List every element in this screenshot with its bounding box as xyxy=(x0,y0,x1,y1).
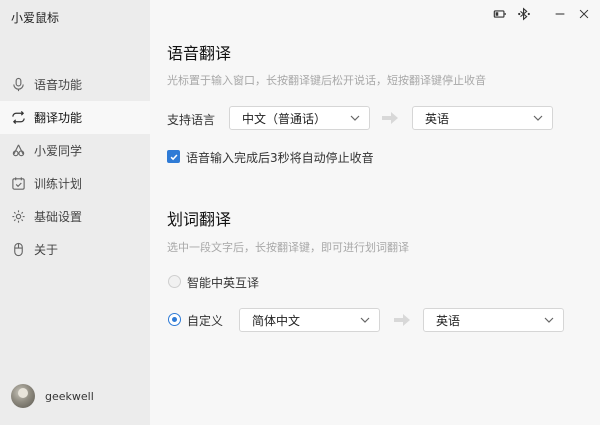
sidebar-nav: 语音功能 翻译功能 小爱同学 训练计划 基础设置 关于 xyxy=(0,68,150,266)
app-title: 小爱鼠标 xyxy=(11,11,60,25)
select-value: 简体中文 xyxy=(252,313,301,328)
select-value: 中文（普通话） xyxy=(242,111,327,126)
bluetooth-icon xyxy=(512,5,536,23)
custom-translate-label: 自定义 xyxy=(187,314,224,328)
sidebar-item-label: 关于 xyxy=(34,243,59,257)
sidebar: 小爱鼠标 语音功能 翻译功能 小爱同学 训练计划 基础设置 关于 geekwel… xyxy=(0,0,150,425)
sidebar-item-label: 语音功能 xyxy=(34,78,83,92)
chevron-down-icon xyxy=(360,317,370,323)
calendar-check-icon xyxy=(10,176,26,192)
voice-translate-title: 语音翻译 xyxy=(167,44,232,63)
chevron-down-icon xyxy=(544,317,554,323)
word-translate-title: 划词翻译 xyxy=(167,210,232,229)
translate-loop-icon xyxy=(10,110,26,126)
user-profile[interactable]: geekwell xyxy=(11,384,94,408)
sidebar-item-label: 翻译功能 xyxy=(34,111,83,125)
minimize-icon[interactable] xyxy=(548,5,572,23)
word-target-lang-select[interactable]: 英语 xyxy=(423,308,564,332)
mouse-icon xyxy=(10,242,26,258)
word-translate-desc: 选中一段文字后，长按翻译键，即可进行划词翻译 xyxy=(167,241,409,254)
select-value: 英语 xyxy=(436,313,461,328)
word-source-lang-select[interactable]: 简体中文 xyxy=(239,308,380,332)
auto-stop-checkbox[interactable] xyxy=(167,150,180,163)
arrow-right-icon xyxy=(394,314,410,326)
support-lang-label: 支持语言 xyxy=(167,113,216,127)
arrow-right-icon xyxy=(382,112,398,124)
sidebar-item-xiaoai[interactable]: 小爱同学 xyxy=(0,134,150,167)
avatar xyxy=(11,384,35,408)
select-value: 英语 xyxy=(425,111,450,126)
sidebar-item-label: 训练计划 xyxy=(34,177,83,191)
microphone-icon xyxy=(10,77,26,93)
smart-translate-radio[interactable] xyxy=(168,275,181,288)
smart-translate-label: 智能中英互译 xyxy=(187,276,260,290)
user-name: geekwell xyxy=(45,389,94,403)
sidebar-item-label: 小爱同学 xyxy=(34,144,83,158)
window-controls xyxy=(488,5,596,23)
custom-translate-radio[interactable] xyxy=(168,313,181,326)
sidebar-item-translate[interactable]: 翻译功能 xyxy=(0,101,150,134)
battery-icon xyxy=(488,5,512,23)
voice-translate-desc: 光标置于输入窗口，长按翻译键后松开说话，短按翻译键停止收音 xyxy=(167,74,486,87)
chevron-down-icon xyxy=(533,115,543,121)
auto-stop-label: 语音输入完成后3秒将自动停止收音 xyxy=(186,151,374,165)
sidebar-item-label: 基础设置 xyxy=(34,210,83,224)
close-icon[interactable] xyxy=(572,5,596,23)
main-panel: 语音翻译 光标置于输入窗口，长按翻译键后松开说话，短按翻译键停止收音 支持语言 … xyxy=(150,0,600,425)
gear-icon xyxy=(10,209,26,225)
sidebar-item-settings[interactable]: 基础设置 xyxy=(0,200,150,233)
sidebar-item-about[interactable]: 关于 xyxy=(0,233,150,266)
voice-target-lang-select[interactable]: 英语 xyxy=(412,106,553,130)
voice-source-lang-select[interactable]: 中文（普通话） xyxy=(229,106,370,130)
xiaoai-icon xyxy=(10,143,26,159)
check-icon xyxy=(170,153,177,160)
sidebar-item-training[interactable]: 训练计划 xyxy=(0,167,150,200)
sidebar-item-voice[interactable]: 语音功能 xyxy=(0,68,150,101)
chevron-down-icon xyxy=(350,115,360,121)
